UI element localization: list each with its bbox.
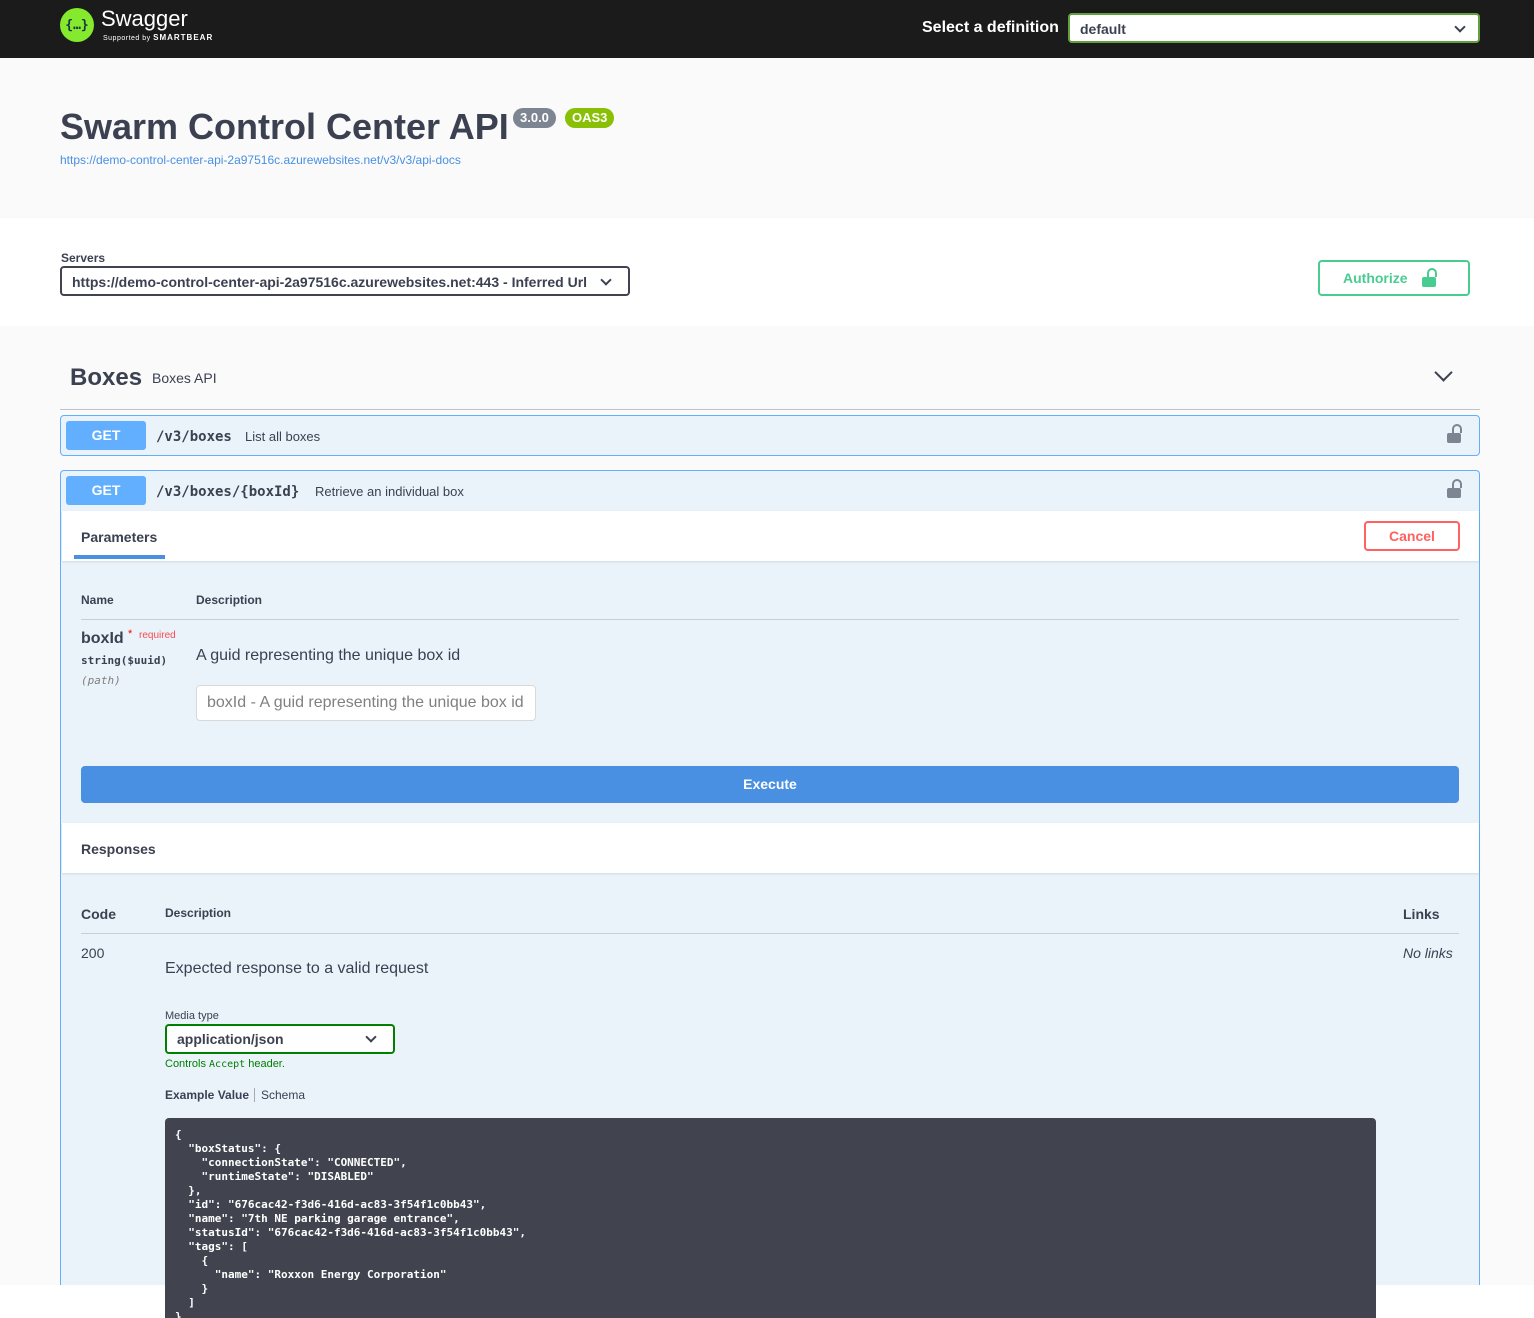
method-badge[interactable]: GET <box>66 476 146 505</box>
tab-schema[interactable]: Schema <box>261 1088 305 1102</box>
chevron-down-icon <box>365 1031 377 1043</box>
operation-summary[interactable]: Retrieve an individual box <box>315 484 464 499</box>
col-header-code: Code <box>81 906 116 922</box>
api-docs-link[interactable]: https://demo-control-center-api-2a97516c… <box>60 153 461 167</box>
lock-icon[interactable] <box>1447 479 1462 503</box>
definition-label: Select a definition <box>922 19 1059 36</box>
example-value-code: { "boxStatus": { "connectionState": "CON… <box>165 1118 1376 1318</box>
servers-label: Servers <box>61 251 106 265</box>
param-name: boxId <box>81 630 124 647</box>
response-links: No links <box>1403 945 1453 961</box>
api-title: Swarm Control Center API <box>60 106 509 147</box>
unlock-icon <box>1421 267 1437 287</box>
col-header-description: Description <box>196 593 263 607</box>
divider <box>81 933 1459 934</box>
controls-accept-note: Controls Accept header. <box>165 1058 285 1070</box>
tag-description: Boxes API <box>152 370 217 386</box>
param-location: (path) <box>81 674 121 687</box>
swagger-logo[interactable]: {…} Swagger Supported by SMARTBEAR <box>60 8 213 42</box>
authorize-button[interactable]: Authorize <box>1318 260 1470 296</box>
method-badge: GET <box>66 421 146 450</box>
authorize-label: Authorize <box>1343 270 1408 286</box>
tab-parameters[interactable]: Parameters <box>81 529 157 545</box>
version-badge: 3.0.0 <box>513 108 556 128</box>
response-code: 200 <box>81 945 105 961</box>
oas-badge: OAS3 <box>565 108 615 128</box>
required-star: * <box>128 628 133 640</box>
top-bar: {…} Swagger Supported by SMARTBEAR Selec… <box>0 0 1534 58</box>
operation-get-box: GET /v3/boxes/{boxId} Retrieve an indivi… <box>60 470 1480 1318</box>
servers-value: https://demo-control-center-api-2a97516c… <box>72 274 588 290</box>
operation-path[interactable]: /v3/boxes/{boxId} <box>156 484 299 500</box>
logo-name: Swagger <box>101 6 188 31</box>
operation-list-boxes[interactable]: GET /v3/boxes List all boxes <box>60 415 1480 456</box>
divider <box>60 409 1480 410</box>
tab-active-indicator <box>74 555 165 559</box>
execute-button[interactable]: Execute <box>81 766 1459 803</box>
swagger-logo-icon: {…} <box>60 8 94 42</box>
required-label: required <box>139 630 176 641</box>
col-header-links: Links <box>1403 906 1440 922</box>
tab-example-value[interactable]: Example Value <box>165 1088 249 1102</box>
media-type-select[interactable]: application/json <box>165 1024 395 1054</box>
parameters-header: Parameters Cancel <box>62 511 1479 561</box>
divider <box>81 619 1459 620</box>
chevron-down-icon <box>1454 21 1466 33</box>
operation-summary: List all boxes <box>245 429 321 444</box>
media-type-value: application/json <box>177 1031 284 1047</box>
chevron-down-icon <box>600 274 612 286</box>
responses-title: Responses <box>81 841 156 857</box>
col-header-name: Name <box>81 593 114 607</box>
tag-title[interactable]: Boxes <box>70 364 142 392</box>
definition-select[interactable]: default <box>1068 13 1480 43</box>
box-id-input[interactable] <box>196 685 536 721</box>
col-header-description: Description <box>165 906 232 920</box>
tab-separator <box>254 1088 255 1102</box>
cancel-button[interactable]: Cancel <box>1364 521 1460 551</box>
definition-value: default <box>1080 21 1126 37</box>
media-type-label: Media type <box>165 1010 219 1022</box>
responses-header: Responses <box>62 823 1479 873</box>
param-type: string($uuid) <box>81 654 168 667</box>
param-description: A guid representing the unique box id <box>196 647 461 664</box>
operation-path: /v3/boxes <box>156 429 232 445</box>
servers-select[interactable]: https://demo-control-center-api-2a97516c… <box>60 266 630 296</box>
logo-subtitle: Supported by SMARTBEAR <box>103 33 214 43</box>
response-description: Expected response to a valid request <box>165 960 429 977</box>
lock-icon[interactable] <box>1447 424 1462 448</box>
